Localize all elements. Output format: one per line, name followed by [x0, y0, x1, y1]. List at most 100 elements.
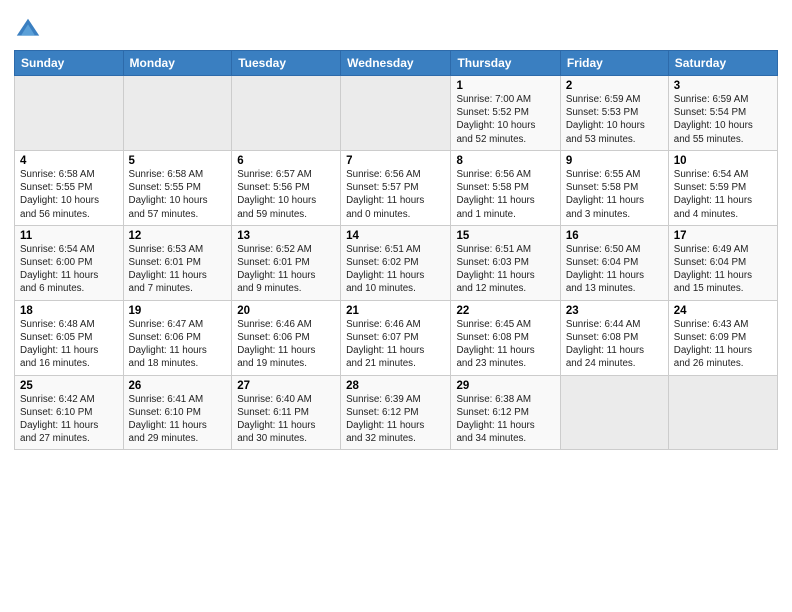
calendar-cell — [668, 375, 777, 450]
day-detail: Sunrise: 6:45 AM Sunset: 6:08 PM Dayligh… — [456, 318, 554, 371]
day-number: 20 — [237, 305, 335, 317]
day-header-saturday: Saturday — [668, 51, 777, 76]
week-row-3: 11Sunrise: 6:54 AM Sunset: 6:00 PM Dayli… — [15, 225, 778, 300]
day-detail: Sunrise: 6:54 AM Sunset: 5:59 PM Dayligh… — [674, 168, 772, 221]
calendar-cell: 29Sunrise: 6:38 AM Sunset: 6:12 PM Dayli… — [451, 375, 560, 450]
calendar-cell: 28Sunrise: 6:39 AM Sunset: 6:12 PM Dayli… — [341, 375, 451, 450]
calendar-cell — [232, 76, 341, 151]
day-detail: Sunrise: 6:58 AM Sunset: 5:55 PM Dayligh… — [20, 168, 118, 221]
day-number: 9 — [566, 155, 663, 167]
day-number: 18 — [20, 305, 118, 317]
day-header-sunday: Sunday — [15, 51, 124, 76]
calendar-cell: 16Sunrise: 6:50 AM Sunset: 6:04 PM Dayli… — [560, 225, 668, 300]
calendar-cell: 22Sunrise: 6:45 AM Sunset: 6:08 PM Dayli… — [451, 300, 560, 375]
calendar-cell: 2Sunrise: 6:59 AM Sunset: 5:53 PM Daylig… — [560, 76, 668, 151]
calendar-cell — [123, 76, 232, 151]
calendar-cell: 4Sunrise: 6:58 AM Sunset: 5:55 PM Daylig… — [15, 150, 124, 225]
calendar-cell: 6Sunrise: 6:57 AM Sunset: 5:56 PM Daylig… — [232, 150, 341, 225]
day-detail: Sunrise: 6:42 AM Sunset: 6:10 PM Dayligh… — [20, 393, 118, 446]
day-detail: Sunrise: 6:56 AM Sunset: 5:57 PM Dayligh… — [346, 168, 445, 221]
day-number: 19 — [129, 305, 227, 317]
day-number: 29 — [456, 380, 554, 392]
day-detail: Sunrise: 6:41 AM Sunset: 6:10 PM Dayligh… — [129, 393, 227, 446]
day-detail: Sunrise: 6:52 AM Sunset: 6:01 PM Dayligh… — [237, 243, 335, 296]
calendar-cell: 13Sunrise: 6:52 AM Sunset: 6:01 PM Dayli… — [232, 225, 341, 300]
day-detail: Sunrise: 6:43 AM Sunset: 6:09 PM Dayligh… — [674, 318, 772, 371]
day-number: 3 — [674, 80, 772, 92]
day-number: 12 — [129, 230, 227, 242]
day-detail: Sunrise: 7:00 AM Sunset: 5:52 PM Dayligh… — [456, 93, 554, 146]
day-detail: Sunrise: 6:51 AM Sunset: 6:02 PM Dayligh… — [346, 243, 445, 296]
day-detail: Sunrise: 6:55 AM Sunset: 5:58 PM Dayligh… — [566, 168, 663, 221]
day-number: 8 — [456, 155, 554, 167]
day-number: 6 — [237, 155, 335, 167]
header-row — [14, 10, 778, 44]
logo-icon — [14, 16, 42, 44]
day-detail: Sunrise: 6:38 AM Sunset: 6:12 PM Dayligh… — [456, 393, 554, 446]
logo — [14, 16, 46, 44]
day-detail: Sunrise: 6:56 AM Sunset: 5:58 PM Dayligh… — [456, 168, 554, 221]
calendar-cell: 10Sunrise: 6:54 AM Sunset: 5:59 PM Dayli… — [668, 150, 777, 225]
calendar-cell — [560, 375, 668, 450]
calendar-header-row: SundayMondayTuesdayWednesdayThursdayFrid… — [15, 51, 778, 76]
day-number: 23 — [566, 305, 663, 317]
calendar-cell: 11Sunrise: 6:54 AM Sunset: 6:00 PM Dayli… — [15, 225, 124, 300]
day-detail: Sunrise: 6:48 AM Sunset: 6:05 PM Dayligh… — [20, 318, 118, 371]
calendar-cell: 5Sunrise: 6:58 AM Sunset: 5:55 PM Daylig… — [123, 150, 232, 225]
day-number: 15 — [456, 230, 554, 242]
day-detail: Sunrise: 6:47 AM Sunset: 6:06 PM Dayligh… — [129, 318, 227, 371]
calendar-cell: 18Sunrise: 6:48 AM Sunset: 6:05 PM Dayli… — [15, 300, 124, 375]
day-detail: Sunrise: 6:46 AM Sunset: 6:06 PM Dayligh… — [237, 318, 335, 371]
week-row-1: 1Sunrise: 7:00 AM Sunset: 5:52 PM Daylig… — [15, 76, 778, 151]
day-number: 28 — [346, 380, 445, 392]
day-number: 17 — [674, 230, 772, 242]
calendar-cell: 25Sunrise: 6:42 AM Sunset: 6:10 PM Dayli… — [15, 375, 124, 450]
day-number: 7 — [346, 155, 445, 167]
day-number: 16 — [566, 230, 663, 242]
week-row-5: 25Sunrise: 6:42 AM Sunset: 6:10 PM Dayli… — [15, 375, 778, 450]
day-detail: Sunrise: 6:59 AM Sunset: 5:54 PM Dayligh… — [674, 93, 772, 146]
day-header-friday: Friday — [560, 51, 668, 76]
day-header-thursday: Thursday — [451, 51, 560, 76]
calendar-cell — [15, 76, 124, 151]
day-detail: Sunrise: 6:40 AM Sunset: 6:11 PM Dayligh… — [237, 393, 335, 446]
calendar-cell: 12Sunrise: 6:53 AM Sunset: 6:01 PM Dayli… — [123, 225, 232, 300]
day-number: 4 — [20, 155, 118, 167]
day-number: 22 — [456, 305, 554, 317]
day-number: 13 — [237, 230, 335, 242]
day-number: 10 — [674, 155, 772, 167]
calendar-cell: 24Sunrise: 6:43 AM Sunset: 6:09 PM Dayli… — [668, 300, 777, 375]
calendar-cell: 15Sunrise: 6:51 AM Sunset: 6:03 PM Dayli… — [451, 225, 560, 300]
calendar-cell: 17Sunrise: 6:49 AM Sunset: 6:04 PM Dayli… — [668, 225, 777, 300]
day-detail: Sunrise: 6:59 AM Sunset: 5:53 PM Dayligh… — [566, 93, 663, 146]
calendar-cell: 27Sunrise: 6:40 AM Sunset: 6:11 PM Dayli… — [232, 375, 341, 450]
day-number: 21 — [346, 305, 445, 317]
day-detail: Sunrise: 6:50 AM Sunset: 6:04 PM Dayligh… — [566, 243, 663, 296]
day-header-monday: Monday — [123, 51, 232, 76]
calendar-cell: 21Sunrise: 6:46 AM Sunset: 6:07 PM Dayli… — [341, 300, 451, 375]
calendar-cell: 1Sunrise: 7:00 AM Sunset: 5:52 PM Daylig… — [451, 76, 560, 151]
calendar-cell: 3Sunrise: 6:59 AM Sunset: 5:54 PM Daylig… — [668, 76, 777, 151]
day-detail: Sunrise: 6:39 AM Sunset: 6:12 PM Dayligh… — [346, 393, 445, 446]
page-container: SundayMondayTuesdayWednesdayThursdayFrid… — [0, 0, 792, 456]
day-number: 14 — [346, 230, 445, 242]
day-detail: Sunrise: 6:49 AM Sunset: 6:04 PM Dayligh… — [674, 243, 772, 296]
calendar-table: SundayMondayTuesdayWednesdayThursdayFrid… — [14, 50, 778, 450]
calendar-cell — [341, 76, 451, 151]
day-number: 5 — [129, 155, 227, 167]
calendar-body: 1Sunrise: 7:00 AM Sunset: 5:52 PM Daylig… — [15, 76, 778, 450]
day-header-tuesday: Tuesday — [232, 51, 341, 76]
day-detail: Sunrise: 6:44 AM Sunset: 6:08 PM Dayligh… — [566, 318, 663, 371]
day-number: 25 — [20, 380, 118, 392]
calendar-cell: 20Sunrise: 6:46 AM Sunset: 6:06 PM Dayli… — [232, 300, 341, 375]
calendar-cell: 9Sunrise: 6:55 AM Sunset: 5:58 PM Daylig… — [560, 150, 668, 225]
week-row-4: 18Sunrise: 6:48 AM Sunset: 6:05 PM Dayli… — [15, 300, 778, 375]
day-detail: Sunrise: 6:58 AM Sunset: 5:55 PM Dayligh… — [129, 168, 227, 221]
day-detail: Sunrise: 6:46 AM Sunset: 6:07 PM Dayligh… — [346, 318, 445, 371]
calendar-cell: 7Sunrise: 6:56 AM Sunset: 5:57 PM Daylig… — [341, 150, 451, 225]
week-row-2: 4Sunrise: 6:58 AM Sunset: 5:55 PM Daylig… — [15, 150, 778, 225]
calendar-cell: 26Sunrise: 6:41 AM Sunset: 6:10 PM Dayli… — [123, 375, 232, 450]
day-detail: Sunrise: 6:53 AM Sunset: 6:01 PM Dayligh… — [129, 243, 227, 296]
day-number: 2 — [566, 80, 663, 92]
day-number: 27 — [237, 380, 335, 392]
